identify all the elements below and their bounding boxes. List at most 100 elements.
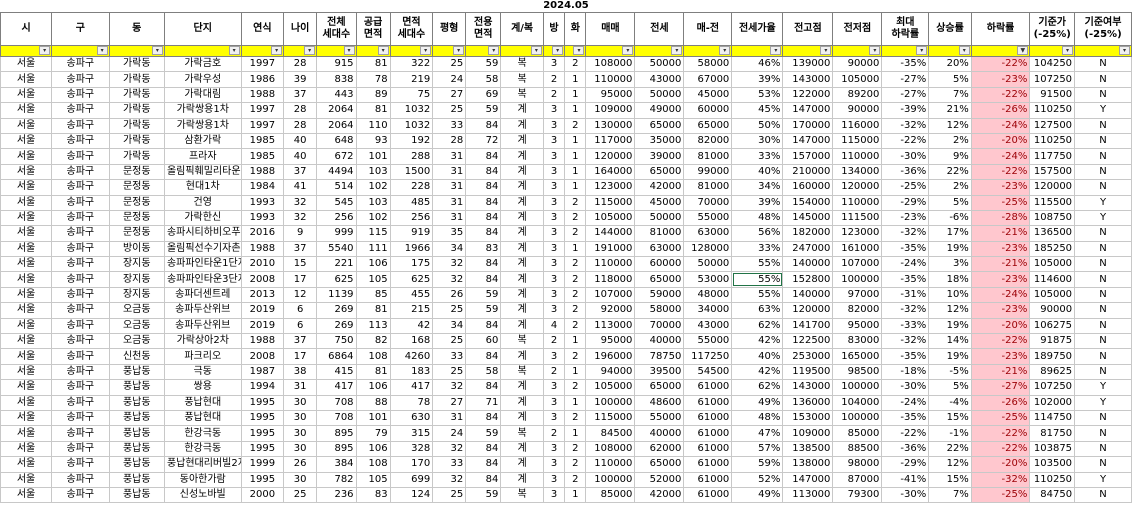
cell-previous-low[interactable]: 82000	[832, 302, 883, 319]
dropdown-arrow-icon[interactable]: ▾	[453, 46, 465, 55]
cell-baths[interactable]: 2	[564, 256, 587, 273]
cell-complex[interactable]: 풍납현대	[163, 409, 242, 427]
cell-total-households[interactable]: 236	[316, 486, 357, 504]
cell-age[interactable]: 32	[283, 209, 318, 227]
cell-jeonse-ratio[interactable]: 39%	[731, 194, 784, 211]
cell-dong[interactable]: 방이동	[108, 240, 165, 258]
cell-district[interactable]: 송파구	[51, 333, 110, 350]
cell-base-price[interactable]: 102000	[1029, 394, 1076, 411]
cell-jeonse[interactable]: 65000	[634, 117, 685, 134]
cell-year-built[interactable]: 1995	[240, 471, 285, 488]
cell-area-households[interactable]: 215	[389, 302, 434, 319]
cell-year-built[interactable]: 1995	[240, 440, 285, 458]
cell-type[interactable]: 계	[500, 102, 544, 119]
cell-rooms[interactable]: 3	[542, 302, 566, 319]
cell-jeonse-ratio[interactable]: 33%	[731, 148, 784, 165]
cell-sale-price[interactable]: 110000	[585, 456, 636, 473]
cell-age[interactable]: 30	[283, 440, 318, 458]
cell-type[interactable]: 계	[500, 163, 544, 181]
cell-area-households[interactable]: 1966	[389, 240, 434, 258]
cell-base-price[interactable]: 104250	[1029, 55, 1076, 73]
cell-previous-low[interactable]: 100000	[832, 271, 883, 288]
cell-complex[interactable]: 현대1차	[163, 179, 242, 196]
cell-rise-rate[interactable]: 12%	[928, 302, 972, 319]
cell-sale-minus-jeonse[interactable]: 53000	[683, 271, 733, 288]
cell-dong[interactable]: 신천동	[108, 348, 165, 365]
cell-base-price[interactable]: 136500	[1029, 225, 1076, 242]
cell-area-households[interactable]: 1032	[389, 102, 434, 119]
cell-complex[interactable]: 가락우성	[163, 71, 242, 88]
filter-icon[interactable]: ▼	[1017, 46, 1029, 55]
cell-area-households[interactable]: 183	[389, 363, 434, 381]
cell-area-households[interactable]: 78	[389, 394, 434, 411]
cell-pyeong[interactable]: 32	[432, 379, 467, 396]
cell-total-households[interactable]: 708	[316, 394, 357, 411]
cell-sale-price[interactable]: 95000	[585, 86, 636, 104]
cell-jeonse-ratio[interactable]: 62%	[731, 379, 784, 396]
cell-dong[interactable]: 장지동	[108, 271, 165, 288]
cell-baths[interactable]: 1	[564, 71, 587, 88]
cell-sale-price[interactable]: 84500	[585, 425, 636, 442]
cell-jeonse[interactable]: 65000	[634, 456, 685, 473]
cell-complex[interactable]: 파크리오	[163, 348, 242, 365]
cell-sale-price[interactable]: 117000	[585, 132, 636, 150]
cell-district[interactable]: 송파구	[51, 363, 110, 381]
cell-max-drop-rate[interactable]: -31%	[881, 286, 930, 304]
cell-jeonse[interactable]: 42000	[634, 486, 685, 504]
cell-dong[interactable]: 풍납동	[108, 486, 165, 504]
cell-base-price[interactable]: 89625	[1029, 363, 1076, 381]
cell-supply-area[interactable]: 79	[355, 425, 391, 442]
cell-city[interactable]: 서울	[0, 194, 53, 211]
cell-year-built[interactable]: 1993	[240, 209, 285, 227]
cell-max-drop-rate[interactable]: -35%	[881, 240, 930, 258]
cell-type[interactable]: 복	[500, 333, 544, 350]
cell-dong[interactable]: 오금동	[108, 302, 165, 319]
cell-drop-rate[interactable]: -23%	[970, 179, 1031, 196]
cell-exclusive-area[interactable]: 84	[465, 225, 502, 242]
cell-jeonse-ratio[interactable]: 34%	[731, 179, 784, 196]
cell-previous-high[interactable]: 140000	[782, 256, 834, 273]
cell-total-households[interactable]: 782	[316, 471, 357, 488]
cell-max-drop-rate[interactable]: -29%	[881, 456, 930, 473]
cell-base-flag[interactable]: N	[1074, 286, 1132, 304]
dropdown-arrow-icon[interactable]: ▾	[304, 46, 316, 55]
cell-age[interactable]: 17	[283, 271, 318, 288]
cell-exclusive-area[interactable]: 84	[465, 179, 502, 196]
cell-rise-rate[interactable]: 5%	[928, 71, 972, 88]
cell-exclusive-area[interactable]: 84	[465, 409, 502, 427]
cell-district[interactable]: 송파구	[51, 194, 110, 211]
cell-baths[interactable]: 1	[564, 132, 587, 150]
cell-jeonse[interactable]: 65000	[634, 163, 685, 181]
cell-base-flag[interactable]: N	[1074, 256, 1132, 273]
cell-city[interactable]: 서울	[0, 225, 53, 242]
cell-jeonse-ratio[interactable]: 40%	[731, 163, 784, 181]
cell-pyeong[interactable]: 25	[432, 102, 467, 119]
cell-city[interactable]: 서울	[0, 317, 53, 335]
cell-rise-rate[interactable]: 9%	[928, 148, 972, 165]
cell-jeonse[interactable]: 81000	[634, 225, 685, 242]
cell-previous-high[interactable]: 247000	[782, 240, 834, 258]
cell-base-flag[interactable]: Y	[1074, 209, 1132, 227]
cell-type[interactable]: 계	[500, 225, 544, 242]
cell-jeonse-ratio[interactable]: 40%	[731, 348, 784, 365]
dropdown-arrow-icon[interactable]: ▾	[719, 46, 731, 55]
cell-previous-low[interactable]: 105000	[832, 71, 883, 88]
cell-previous-low[interactable]: 95000	[832, 317, 883, 335]
cell-jeonse-ratio[interactable]: 48%	[731, 409, 784, 427]
cell-max-drop-rate[interactable]: -33%	[881, 317, 930, 335]
cell-dong[interactable]: 가락동	[108, 102, 165, 119]
cell-pyeong[interactable]: 25	[432, 363, 467, 381]
cell-exclusive-area[interactable]: 72	[465, 132, 502, 150]
cell-base-flag[interactable]: N	[1074, 55, 1132, 73]
cell-pyeong[interactable]: 25	[432, 302, 467, 319]
cell-max-drop-rate[interactable]: -25%	[881, 179, 930, 196]
cell-previous-low[interactable]: 88500	[832, 440, 883, 458]
cell-age[interactable]: 41	[283, 179, 318, 196]
cell-complex[interactable]: 쌍용	[163, 379, 242, 396]
cell-base-flag[interactable]: N	[1074, 409, 1132, 427]
cell-rooms[interactable]: 3	[542, 55, 566, 73]
cell-type[interactable]: 계	[500, 194, 544, 211]
cell-complex[interactable]: 송파시티하비오푸르지오	[163, 225, 242, 242]
cell-base-price[interactable]: 110250	[1029, 102, 1076, 119]
cell-dong[interactable]: 가락동	[108, 117, 165, 134]
